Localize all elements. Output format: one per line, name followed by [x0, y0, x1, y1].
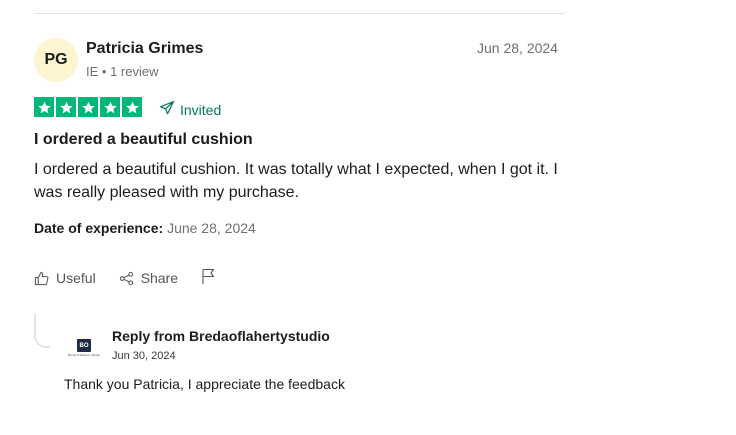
invited-label: Invited [180, 101, 222, 118]
review-body: I ordered a beautiful cushion. It was to… [34, 161, 558, 201]
reviewer-meta: IE • 1 review [86, 64, 159, 79]
reply-connector [34, 313, 50, 348]
logo-text: Breda O'Flaherty Studio [68, 353, 100, 357]
invited-badge[interactable]: Invited [159, 100, 221, 119]
share-button[interactable]: Share [119, 270, 178, 286]
send-icon [159, 100, 175, 119]
logo-mark: BO [77, 339, 91, 352]
experience-label: Date of experience: [34, 220, 164, 236]
review-actions: Useful Share [34, 268, 216, 288]
date-of-experience: Date of experience: June 28, 2024 [34, 220, 256, 236]
flag-icon [201, 268, 216, 288]
star-rating [34, 97, 142, 117]
avatar-initials: PG [44, 51, 68, 68]
useful-button[interactable]: Useful [34, 270, 96, 286]
experience-date: June 28, 2024 [167, 220, 256, 236]
review-date: Jun 28, 2024 [477, 40, 558, 56]
reply-body: Thank you Patricia, I appreciate the fee… [64, 376, 345, 392]
star-icon [100, 97, 120, 117]
share-icon [119, 271, 134, 286]
useful-label: Useful [56, 270, 96, 286]
report-button[interactable] [201, 268, 216, 288]
meta-separator: • [101, 64, 111, 79]
company-logo: BO Breda O'Flaherty Studio [64, 333, 104, 363]
star-icon [34, 97, 54, 117]
share-label: Share [140, 270, 179, 286]
thumbs-up-icon [34, 271, 49, 286]
review-title: I ordered a beautiful cushion [34, 131, 253, 148]
reviewer-name[interactable]: Patricia Grimes [86, 40, 203, 58]
star-icon [78, 97, 98, 117]
reviewer-country: IE [86, 64, 99, 79]
reviewer-review-count: 1 review [110, 64, 159, 79]
reply-from: Reply from Bredaoflahertystudio [112, 328, 330, 344]
reply-date: Jun 30, 2024 [112, 350, 176, 362]
star-icon [56, 97, 76, 117]
top-divider [34, 13, 565, 14]
avatar[interactable]: PG [34, 38, 78, 82]
star-icon [122, 97, 142, 117]
